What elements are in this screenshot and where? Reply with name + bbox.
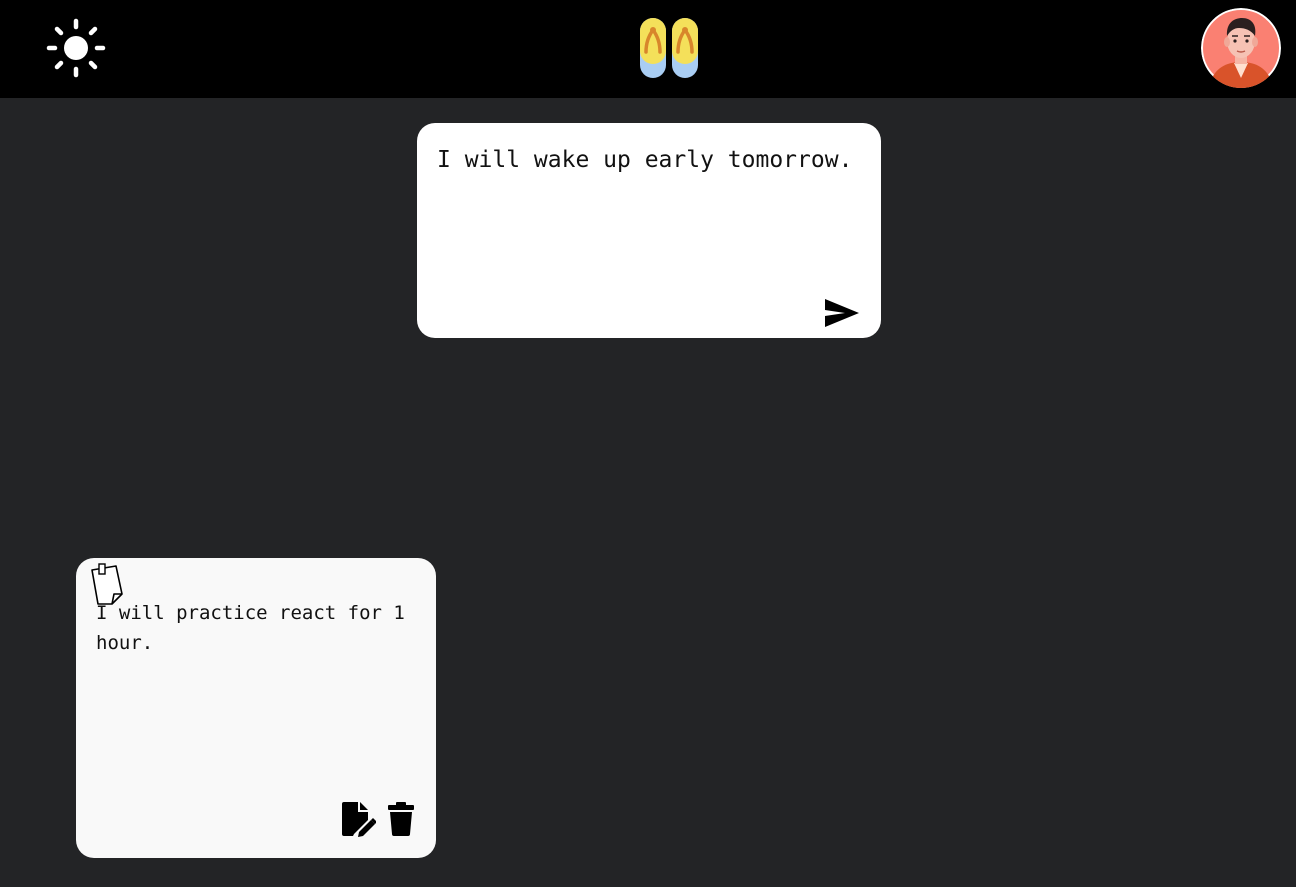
app-logo [636,14,702,82]
send-button[interactable] [819,293,863,333]
top-navigation-bar [0,0,1296,98]
sun-icon [46,18,106,78]
note-card: I will practice react for 1 hour. [76,558,436,858]
flip-flops-icon [640,18,698,78]
user-avatar-icon [1201,8,1281,88]
edit-note-button[interactable] [340,800,376,838]
edit-file-icon [342,802,376,837]
note-input[interactable]: I will wake up early tomorrow. [437,143,857,178]
trash-icon [388,802,414,836]
user-avatar-button[interactable] [1201,8,1281,88]
theme-toggle-button[interactable] [46,18,106,78]
note-text: I will practice react for 1 hour. [96,602,417,654]
send-icon [825,299,859,327]
note-composer-card: I will wake up early tomorrow. [417,123,881,338]
delete-note-button[interactable] [386,800,416,838]
